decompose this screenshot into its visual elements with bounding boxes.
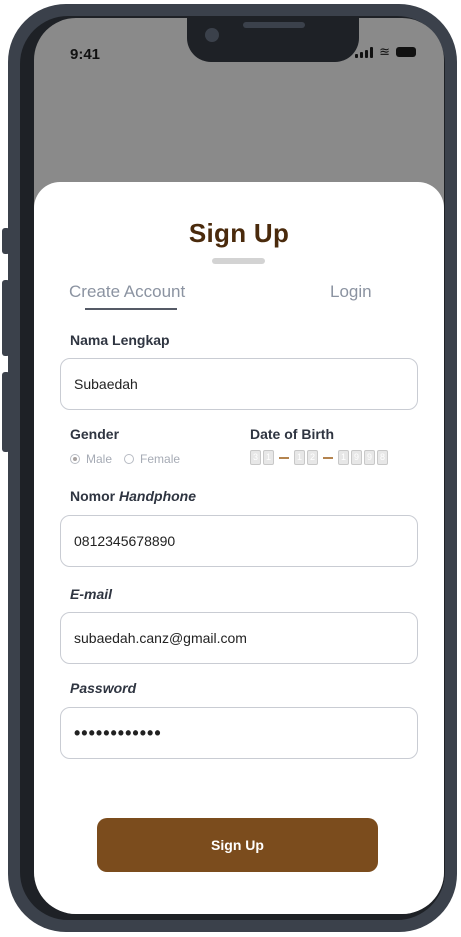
side-button-mute — [2, 228, 10, 254]
password-label-text: Password — [70, 680, 137, 696]
phone-field[interactable] — [60, 515, 418, 567]
dob-digit[interactable]: 9 — [351, 450, 362, 465]
dob-separator — [323, 456, 333, 459]
phone-screen: 9:41 ≊ Sign Up Create Account Login Nama… — [34, 18, 444, 914]
radio-unselected-icon — [124, 454, 135, 464]
phone-label: Nomor Handphone — [70, 488, 196, 504]
email-field[interactable] — [60, 612, 418, 664]
notch — [187, 18, 359, 62]
dob-digit[interactable]: 1 — [294, 450, 305, 465]
phone-label-prefix: Nomor — [70, 488, 116, 504]
dob-digit[interactable]: 9 — [364, 450, 375, 465]
dob-digit[interactable]: 1 — [338, 450, 349, 465]
gender-radio-group: Male Female — [70, 452, 180, 466]
sheet-handle[interactable] — [212, 258, 265, 264]
password-input[interactable] — [74, 722, 404, 744]
password-field[interactable] — [60, 707, 418, 759]
email-label-text: E-mail — [70, 586, 113, 602]
speaker — [243, 22, 305, 28]
dob-digit[interactable]: 2 — [307, 450, 318, 465]
status-time: 9:41 — [70, 46, 101, 63]
dob-digit[interactable]: 1 — [263, 450, 274, 465]
email-input[interactable] — [74, 630, 404, 646]
page-title: Sign Up — [188, 218, 290, 248]
gender-option-female[interactable]: Female — [124, 452, 180, 466]
wifi-icon: ≊ — [379, 44, 390, 59]
name-field[interactable] — [60, 358, 418, 410]
tab-login[interactable]: Login — [330, 282, 372, 302]
camera — [205, 28, 219, 42]
side-button-volume-up — [2, 280, 10, 356]
dob-label: Date of Birth — [250, 426, 334, 442]
status-icons: ≊ — [355, 44, 416, 59]
side-button-volume-down — [2, 372, 10, 452]
gender-option-male[interactable]: Male — [70, 452, 112, 466]
phone-label-italic: Handphone — [119, 488, 197, 504]
email-label: E-mail — [70, 586, 112, 602]
name-label: Nama Lengkap — [70, 332, 170, 348]
gender-option-label: Female — [140, 452, 181, 466]
name-input[interactable] — [74, 376, 404, 392]
dob-separator — [279, 456, 289, 459]
phone-input[interactable] — [74, 533, 404, 549]
radio-selected-icon — [70, 454, 80, 464]
gender-option-label: Male — [86, 452, 113, 466]
dob-digit[interactable]: 3 — [250, 450, 261, 465]
tab-create-account[interactable]: Create Account — [69, 282, 185, 302]
active-tab-indicator — [85, 308, 177, 310]
signal-icon — [355, 46, 374, 58]
sign-up-button[interactable]: Sign Up — [97, 818, 378, 872]
gender-label: Gender — [70, 426, 120, 442]
dob-input[interactable]: 3 1 1 2 1 9 9 8 — [250, 450, 388, 465]
dob-digit[interactable]: 8 — [377, 450, 388, 465]
signup-sheet: Sign Up Create Account Login Nama Lengka… — [34, 182, 444, 914]
battery-icon — [396, 47, 416, 57]
password-label: Password — [70, 680, 136, 696]
